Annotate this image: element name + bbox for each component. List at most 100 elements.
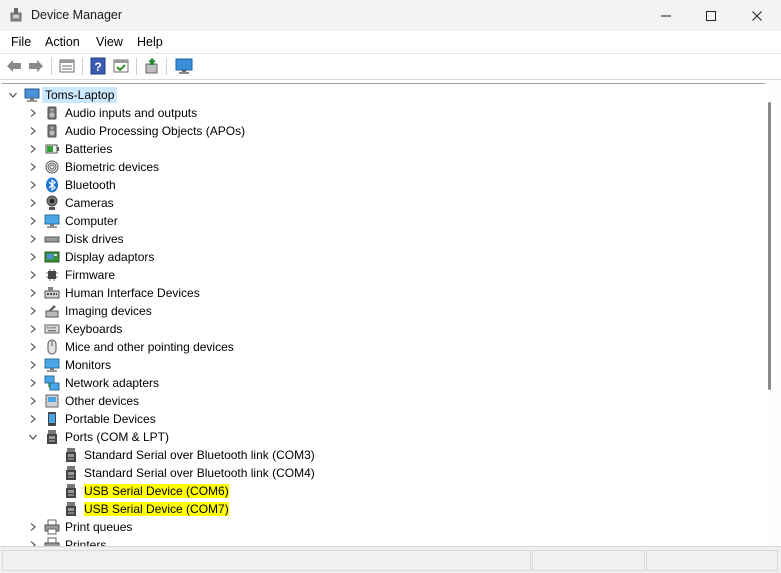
chevron-right-icon[interactable] bbox=[28, 251, 38, 261]
tree-category-label: Other devices bbox=[65, 394, 140, 408]
menu-help[interactable]: Help bbox=[137, 35, 163, 49]
chevron-right-icon[interactable] bbox=[28, 323, 38, 333]
chevron-right-icon[interactable] bbox=[28, 341, 38, 351]
imaging-icon bbox=[44, 303, 60, 319]
tree-category[interactable]: Portable Devices bbox=[2, 410, 762, 428]
minimize-button[interactable] bbox=[643, 0, 689, 31]
tree-device-label: Standard Serial over Bluetooth link (COM… bbox=[84, 466, 315, 480]
chevron-right-icon[interactable] bbox=[28, 143, 38, 153]
chevron-right-icon[interactable] bbox=[28, 269, 38, 279]
status-segment bbox=[646, 550, 778, 571]
tree-device[interactable]: USB Serial Device (COM7) bbox=[2, 500, 762, 518]
menu-file[interactable]: File bbox=[11, 35, 31, 49]
chevron-right-icon[interactable] bbox=[28, 107, 38, 117]
chevron-right-icon[interactable] bbox=[28, 197, 38, 207]
chevron-right-icon[interactable] bbox=[28, 125, 38, 135]
tree-category[interactable]: Batteries bbox=[2, 140, 762, 158]
tree-category[interactable]: Other devices bbox=[2, 392, 762, 410]
back-arrow-icon[interactable] bbox=[5, 57, 23, 75]
chevron-right-icon[interactable] bbox=[28, 521, 38, 531]
tree-device-label: USB Serial Device (COM7) bbox=[84, 502, 229, 516]
tree-category[interactable]: Ports (COM & LPT) bbox=[2, 428, 762, 446]
tree-device[interactable]: Standard Serial over Bluetooth link (COM… bbox=[2, 464, 762, 482]
help-icon[interactable]: ? bbox=[89, 57, 107, 75]
menu-action[interactable]: Action bbox=[45, 35, 80, 49]
title-bar: Device Manager bbox=[0, 0, 781, 31]
tree-category[interactable]: Firmware bbox=[2, 266, 762, 284]
tree-device[interactable]: USB Serial Device (COM6) bbox=[2, 482, 762, 500]
speaker-icon bbox=[44, 123, 60, 139]
tree-category[interactable]: Bluetooth bbox=[2, 176, 762, 194]
tree-category[interactable]: Audio Processing Objects (APOs) bbox=[2, 122, 762, 140]
show-hidden-icon[interactable] bbox=[112, 57, 130, 75]
device-tree: Toms-Laptop Audio inputs and outputs Audio… bbox=[2, 83, 765, 547]
tree-category[interactable]: Audio inputs and outputs bbox=[2, 104, 762, 122]
tree-category[interactable]: Biometric devices bbox=[2, 158, 762, 176]
chip-icon bbox=[44, 267, 60, 283]
menu-bar: File Action View Help bbox=[0, 31, 781, 54]
tree-category-label: Mice and other pointing devices bbox=[65, 340, 234, 354]
tree-category[interactable]: Imaging devices bbox=[2, 302, 762, 320]
tree-category-label: Network adapters bbox=[65, 376, 160, 390]
monitor-icon[interactable] bbox=[175, 57, 193, 75]
tree-category[interactable]: Cameras bbox=[2, 194, 762, 212]
network-icon bbox=[44, 375, 60, 391]
chevron-right-icon[interactable] bbox=[28, 377, 38, 387]
chevron-right-icon[interactable] bbox=[28, 233, 38, 243]
status-segment bbox=[532, 550, 645, 571]
port-icon bbox=[63, 483, 79, 499]
hid-icon bbox=[44, 285, 60, 301]
tree-category[interactable]: Monitors bbox=[2, 356, 762, 374]
tree-category[interactable]: Human Interface Devices bbox=[2, 284, 762, 302]
chevron-down-icon[interactable] bbox=[8, 89, 18, 99]
printer-icon bbox=[44, 519, 60, 535]
tree-category-label: Computer bbox=[65, 214, 118, 228]
scan-hardware-icon[interactable] bbox=[143, 57, 161, 75]
battery-icon bbox=[44, 141, 60, 157]
disk-drive-icon bbox=[44, 231, 60, 247]
tree-category[interactable]: Mice and other pointing devices bbox=[2, 338, 762, 356]
chevron-right-icon[interactable] bbox=[28, 179, 38, 189]
display-adapter-icon bbox=[44, 249, 60, 265]
tree-category-label: Keyboards bbox=[65, 322, 123, 336]
chevron-right-icon[interactable] bbox=[28, 161, 38, 171]
tree-category[interactable]: Display adaptors bbox=[2, 248, 762, 266]
tree-device-label: Standard Serial over Bluetooth link (COM… bbox=[84, 448, 315, 462]
other-device-icon bbox=[44, 393, 60, 409]
device-manager-icon bbox=[8, 7, 24, 23]
tree-category[interactable]: Network adapters bbox=[2, 374, 762, 392]
chevron-down-icon[interactable] bbox=[28, 431, 38, 441]
chevron-right-icon[interactable] bbox=[28, 395, 38, 405]
tree-category[interactable]: Computer bbox=[2, 212, 762, 230]
forward-arrow-icon[interactable] bbox=[27, 57, 45, 75]
scrollbar-thumb[interactable] bbox=[768, 102, 771, 390]
chevron-right-icon[interactable] bbox=[28, 287, 38, 297]
speaker-icon bbox=[44, 105, 60, 121]
menu-view[interactable]: View bbox=[96, 35, 123, 49]
tree-category-label: Cameras bbox=[65, 196, 114, 210]
tree-category-label: Biometric devices bbox=[65, 160, 160, 174]
properties-icon[interactable] bbox=[58, 57, 76, 75]
computer-icon bbox=[24, 87, 40, 103]
tree-device-label: USB Serial Device (COM6) bbox=[84, 484, 229, 498]
tree-category-label: Human Interface Devices bbox=[65, 286, 200, 300]
toolbar-separator bbox=[82, 58, 83, 75]
tree-root[interactable]: Toms-Laptop bbox=[2, 86, 762, 104]
chevron-right-icon[interactable] bbox=[28, 359, 38, 369]
tree-root-label: Toms-Laptop bbox=[42, 87, 118, 103]
chevron-right-icon[interactable] bbox=[28, 413, 38, 423]
tree-category-label: Monitors bbox=[65, 358, 112, 372]
port-icon bbox=[63, 465, 79, 481]
chevron-right-icon[interactable] bbox=[28, 215, 38, 225]
mouse-icon bbox=[44, 339, 60, 355]
tree-device[interactable]: Standard Serial over Bluetooth link (COM… bbox=[2, 446, 762, 464]
close-button[interactable] bbox=[734, 0, 780, 31]
tree-category[interactable]: Disk drives bbox=[2, 230, 762, 248]
chevron-right-icon[interactable] bbox=[28, 305, 38, 315]
status-bar bbox=[0, 546, 781, 573]
tree-category[interactable]: Keyboards bbox=[2, 320, 762, 338]
tree-category[interactable]: Print queues bbox=[2, 518, 762, 536]
tree-category-label: Display adaptors bbox=[65, 250, 155, 264]
maximize-button[interactable] bbox=[688, 0, 734, 31]
fingerprint-icon bbox=[44, 159, 60, 175]
